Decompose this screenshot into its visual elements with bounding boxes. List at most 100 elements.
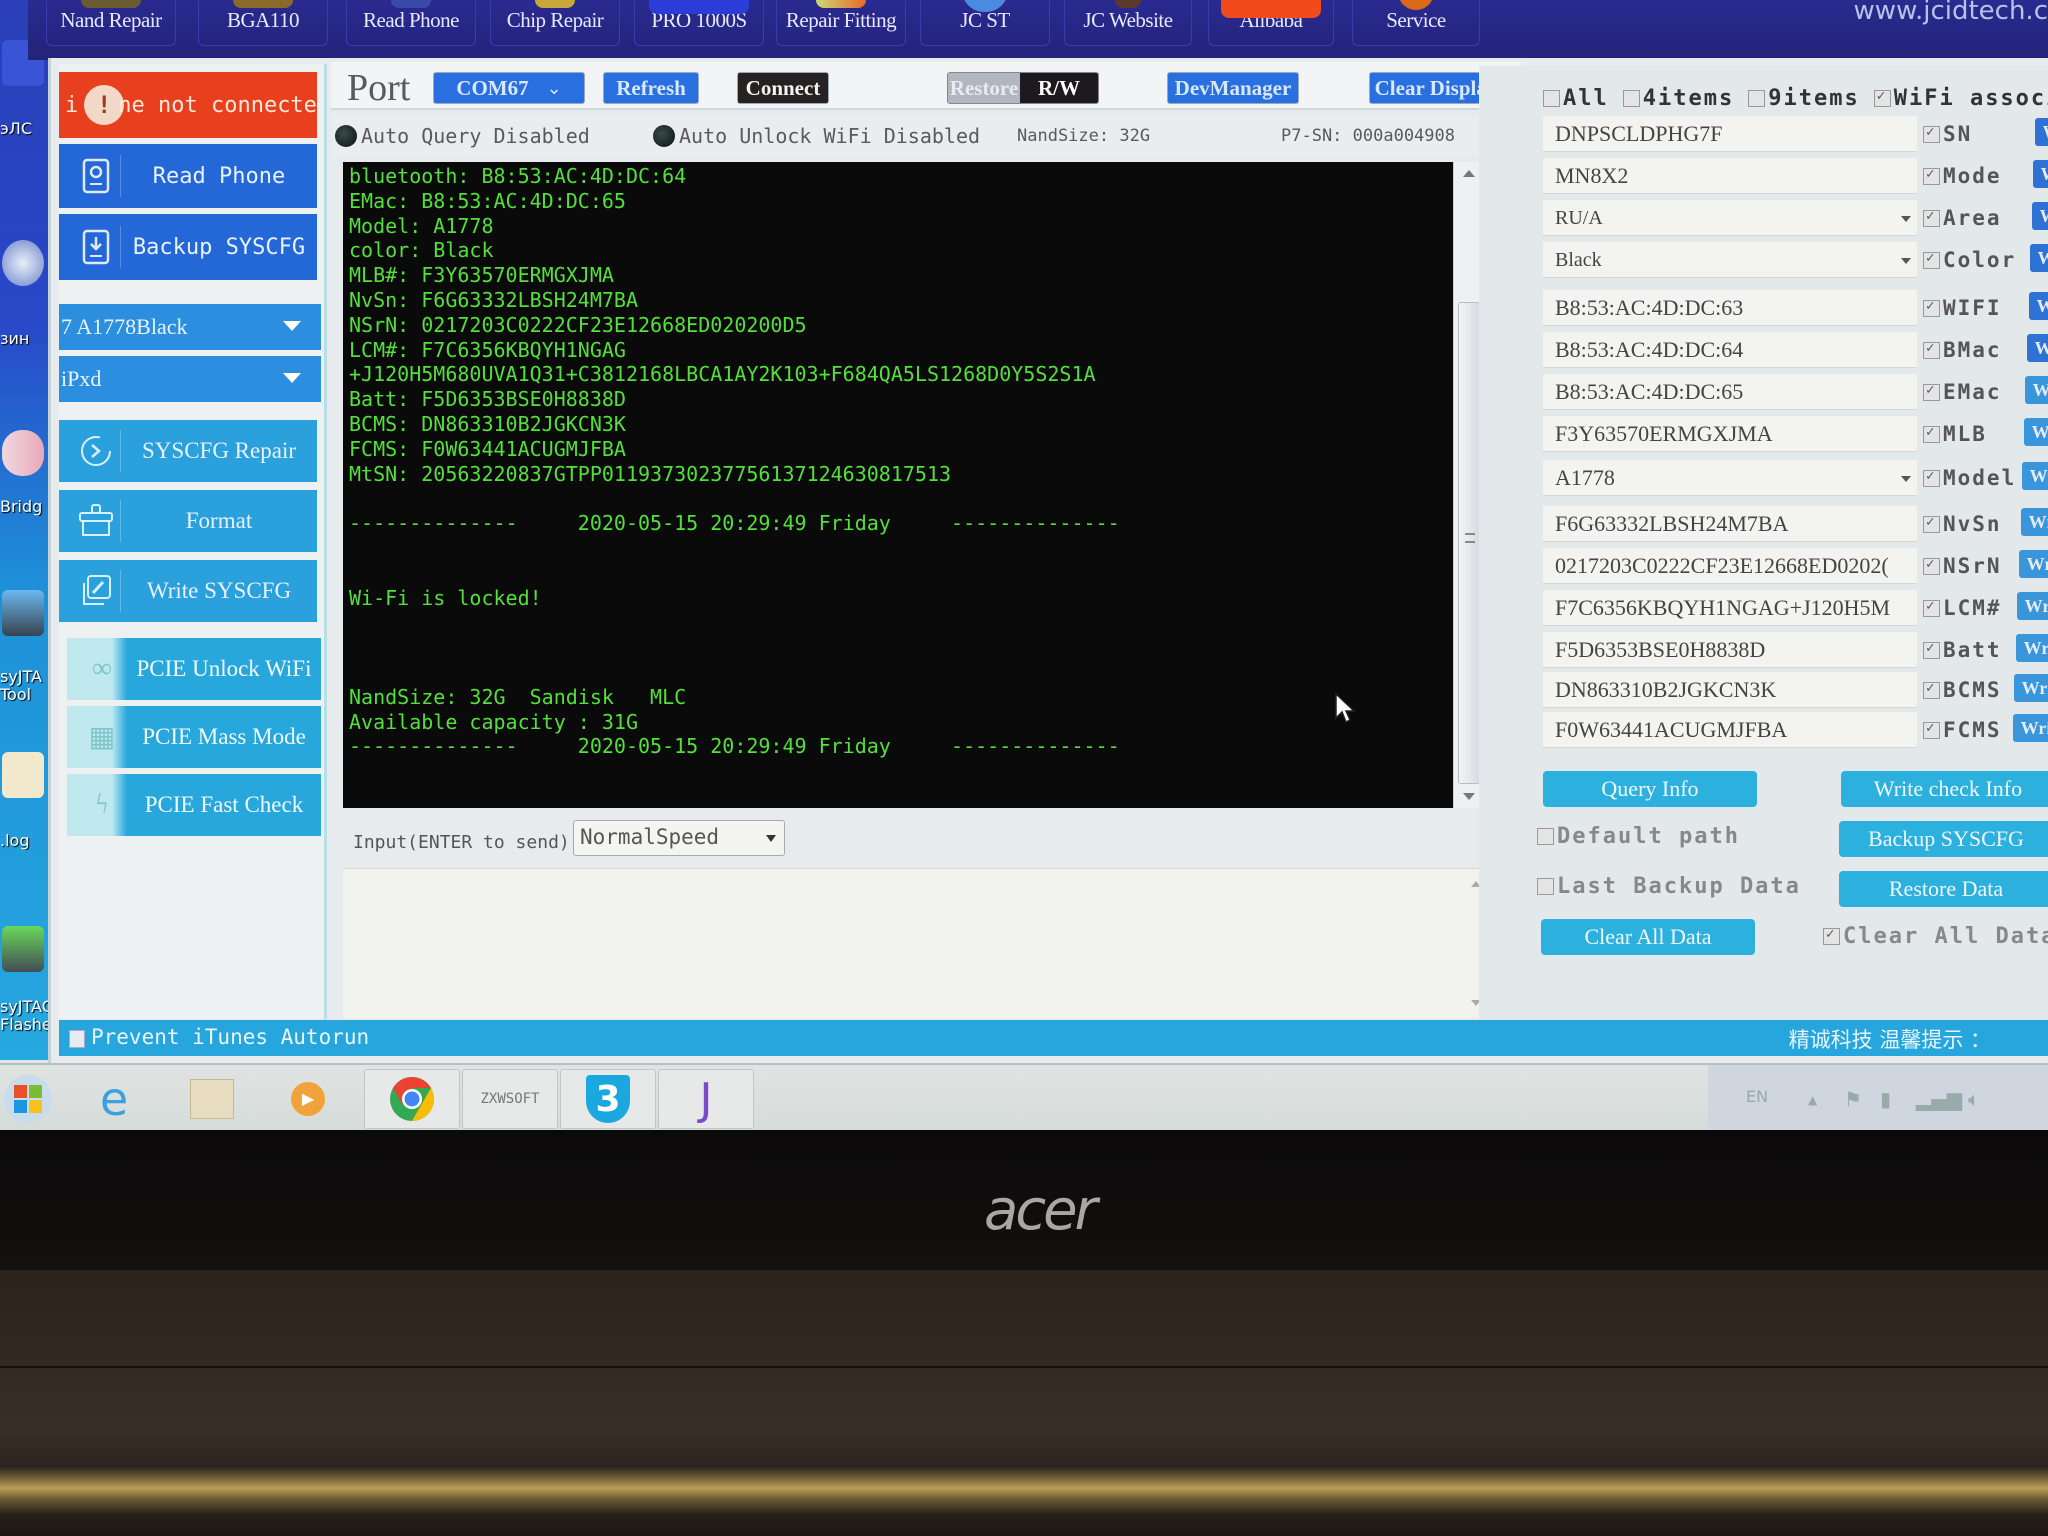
menu-repair-fitting[interactable]: Repair Fitting bbox=[776, 0, 906, 46]
write-button[interactable]: Write bbox=[2027, 334, 2048, 362]
chevron-down-icon[interactable] bbox=[1901, 476, 1911, 482]
checkbox[interactable] bbox=[1543, 90, 1560, 107]
field-input[interactable]: B8:53:AC:4D:DC:65 bbox=[1543, 374, 1917, 410]
field-checkbox[interactable] bbox=[1923, 208, 1940, 227]
taskbar-file-explorer[interactable] bbox=[164, 1069, 260, 1129]
scrollbar-thumb[interactable] bbox=[1458, 302, 1480, 784]
default-path-checkbox[interactable] bbox=[1537, 828, 1554, 845]
chevron-down-icon[interactable] bbox=[1901, 216, 1911, 222]
field-toggle[interactable]: LCM# bbox=[1923, 596, 2002, 620]
power-icon[interactable]: ▮ bbox=[1880, 1087, 1891, 1111]
write-button[interactable]: Write bbox=[2035, 118, 2048, 146]
field-toggle[interactable]: FCMS bbox=[1923, 718, 2002, 742]
start-button[interactable] bbox=[0, 1069, 76, 1129]
connect-button[interactable]: Connect bbox=[737, 72, 829, 104]
default-path-option[interactable]: Default path bbox=[1537, 824, 1740, 849]
scroll-up-icon[interactable] bbox=[1463, 170, 1475, 177]
write-button[interactable]: Write bbox=[2014, 674, 2048, 702]
taskbar-internet-explorer[interactable]: e bbox=[66, 1069, 162, 1129]
field-checkbox[interactable] bbox=[1923, 250, 1940, 269]
write-button[interactable]: Write bbox=[2022, 462, 2048, 490]
field-checkbox[interactable] bbox=[1923, 640, 1940, 659]
menu-alibaba[interactable]: Alibaba bbox=[1208, 0, 1334, 46]
taskbar-media-player[interactable]: ▶ bbox=[260, 1069, 356, 1129]
command-input-area[interactable] bbox=[343, 868, 1493, 1018]
field-input[interactable]: F5D6353BSE0H8838D bbox=[1543, 632, 1917, 668]
field-select[interactable]: A1778 bbox=[1543, 460, 1917, 496]
restore-data-button[interactable]: Restore Data bbox=[1839, 871, 2048, 907]
jtag-flasher-icon[interactable] bbox=[2, 926, 44, 972]
backup-syscfg-sidebar-button[interactable]: Backup SYSCFG bbox=[59, 214, 317, 280]
field-input[interactable]: F3Y63570ERMGXJMA bbox=[1543, 416, 1917, 452]
write-button[interactable]: Write bbox=[2029, 292, 2048, 320]
menu-nand-repair[interactable]: Nand Repair bbox=[46, 0, 176, 46]
show-hidden-icons-icon[interactable]: ▲ bbox=[1808, 1093, 1817, 1107]
checkbox[interactable] bbox=[1748, 90, 1766, 107]
select-option-all[interactable]: All bbox=[1543, 86, 1609, 111]
field-checkbox[interactable] bbox=[1923, 382, 1940, 401]
field-checkbox[interactable] bbox=[1923, 166, 1940, 185]
field-toggle[interactable]: Model bbox=[1923, 466, 2016, 490]
restore-rw-toggle[interactable]: Restore R/W bbox=[947, 72, 1099, 104]
write-button[interactable]: Write bbox=[2030, 244, 2048, 272]
taskbar-zxwsoft[interactable]: ZXWSOFT bbox=[462, 1069, 558, 1129]
field-toggle[interactable]: Area bbox=[1923, 206, 2002, 230]
field-checkbox[interactable] bbox=[1923, 720, 1940, 739]
field-toggle[interactable]: Mode bbox=[1923, 164, 2002, 188]
field-checkbox[interactable] bbox=[1923, 340, 1940, 359]
field-select[interactable]: Black bbox=[1543, 242, 1917, 278]
devmanager-button[interactable]: DevManager bbox=[1167, 72, 1299, 104]
write-button[interactable]: Write bbox=[2033, 160, 2048, 188]
log-file-icon[interactable] bbox=[2, 752, 44, 798]
rw-option[interactable]: R/W bbox=[1020, 73, 1098, 103]
refresh-button[interactable]: Refresh bbox=[603, 72, 699, 104]
network-signal-icon[interactable]: ▂▄▆ bbox=[1916, 1087, 1962, 1111]
auto-query-led-icon[interactable] bbox=[335, 125, 357, 147]
bridge-app-icon[interactable] bbox=[2, 430, 44, 476]
taskbar-chrome[interactable] bbox=[364, 1069, 460, 1129]
field-toggle[interactable]: SN bbox=[1923, 122, 1972, 146]
jtag-tool-icon[interactable] bbox=[2, 590, 44, 636]
field-checkbox[interactable] bbox=[1923, 556, 1940, 575]
console-output[interactable]: bluetooth: B8:53:AC:4D:DC:64 EMac: B8:53:… bbox=[343, 162, 1453, 808]
checkbox[interactable] bbox=[1873, 88, 1891, 107]
taskbar-3utools[interactable]: 3 bbox=[560, 1069, 656, 1129]
field-checkbox[interactable] bbox=[1923, 680, 1940, 699]
field-toggle[interactable]: Color bbox=[1923, 248, 2016, 272]
chevron-down-icon[interactable] bbox=[1901, 258, 1911, 264]
field-toggle[interactable]: Batt bbox=[1923, 638, 2002, 662]
select-option-wifi-associa[interactable]: WiFi associa bbox=[1873, 86, 2048, 111]
field-checkbox[interactable] bbox=[1923, 124, 1940, 143]
checkbox[interactable] bbox=[1622, 90, 1640, 107]
gear-icon[interactable] bbox=[2, 240, 44, 286]
taskbar-jc-app[interactable]: J bbox=[658, 1069, 754, 1129]
website-url[interactable]: www.jcidtech.c bbox=[1854, 0, 2048, 26]
com-port-select[interactable]: COM67 ⌄ bbox=[433, 72, 585, 104]
field-toggle[interactable]: NSrN bbox=[1923, 554, 2002, 578]
field-toggle[interactable]: EMac bbox=[1923, 380, 2002, 404]
field-input[interactable]: B8:53:AC:4D:DC:63 bbox=[1543, 290, 1917, 326]
field-input[interactable]: F7C6356KBQYH1NGAG+J120H5M bbox=[1543, 590, 1917, 626]
field-toggle[interactable]: BMac bbox=[1923, 338, 2002, 362]
language-indicator[interactable]: EN bbox=[1746, 1087, 1768, 1106]
volume-icon[interactable]: 🔈︎ bbox=[1968, 1087, 1980, 1111]
model-color-select[interactable]: 7 A1778Black bbox=[59, 304, 321, 350]
field-input[interactable]: 0217203C0222CF23E12668ED0202( bbox=[1543, 548, 1917, 584]
write-syscfg-button[interactable]: Write SYSCFG bbox=[59, 560, 317, 622]
field-toggle[interactable]: BCMS bbox=[1923, 678, 2002, 702]
last-backup-checkbox[interactable] bbox=[1537, 878, 1554, 895]
field-input[interactable]: F6G63332LBSH24M7BA bbox=[1543, 506, 1917, 542]
write-check-info-button[interactable]: Write check Info bbox=[1841, 771, 2048, 807]
pcie-unlock-wifi-button[interactable]: ∞ PCIE Unlock WiFi bbox=[67, 638, 321, 700]
write-button[interactable]: Write bbox=[2025, 376, 2048, 404]
field-checkbox[interactable] bbox=[1923, 598, 1940, 617]
field-input[interactable]: B8:53:AC:4D:DC:64 bbox=[1543, 332, 1917, 368]
menu-service[interactable]: Service bbox=[1352, 0, 1480, 46]
write-button[interactable]: Write bbox=[2032, 202, 2048, 230]
write-button[interactable]: Write bbox=[2019, 550, 2048, 578]
query-info-button[interactable]: Query Info bbox=[1543, 771, 1757, 807]
menu-jc-website[interactable]: JC Website bbox=[1064, 0, 1192, 46]
select-option-9items[interactable]: 9items bbox=[1748, 86, 1859, 111]
field-input[interactable]: DN863310B2JGKCN3K bbox=[1543, 672, 1917, 708]
field-input[interactable]: F0W63441ACUGMJFBA bbox=[1543, 712, 1917, 748]
